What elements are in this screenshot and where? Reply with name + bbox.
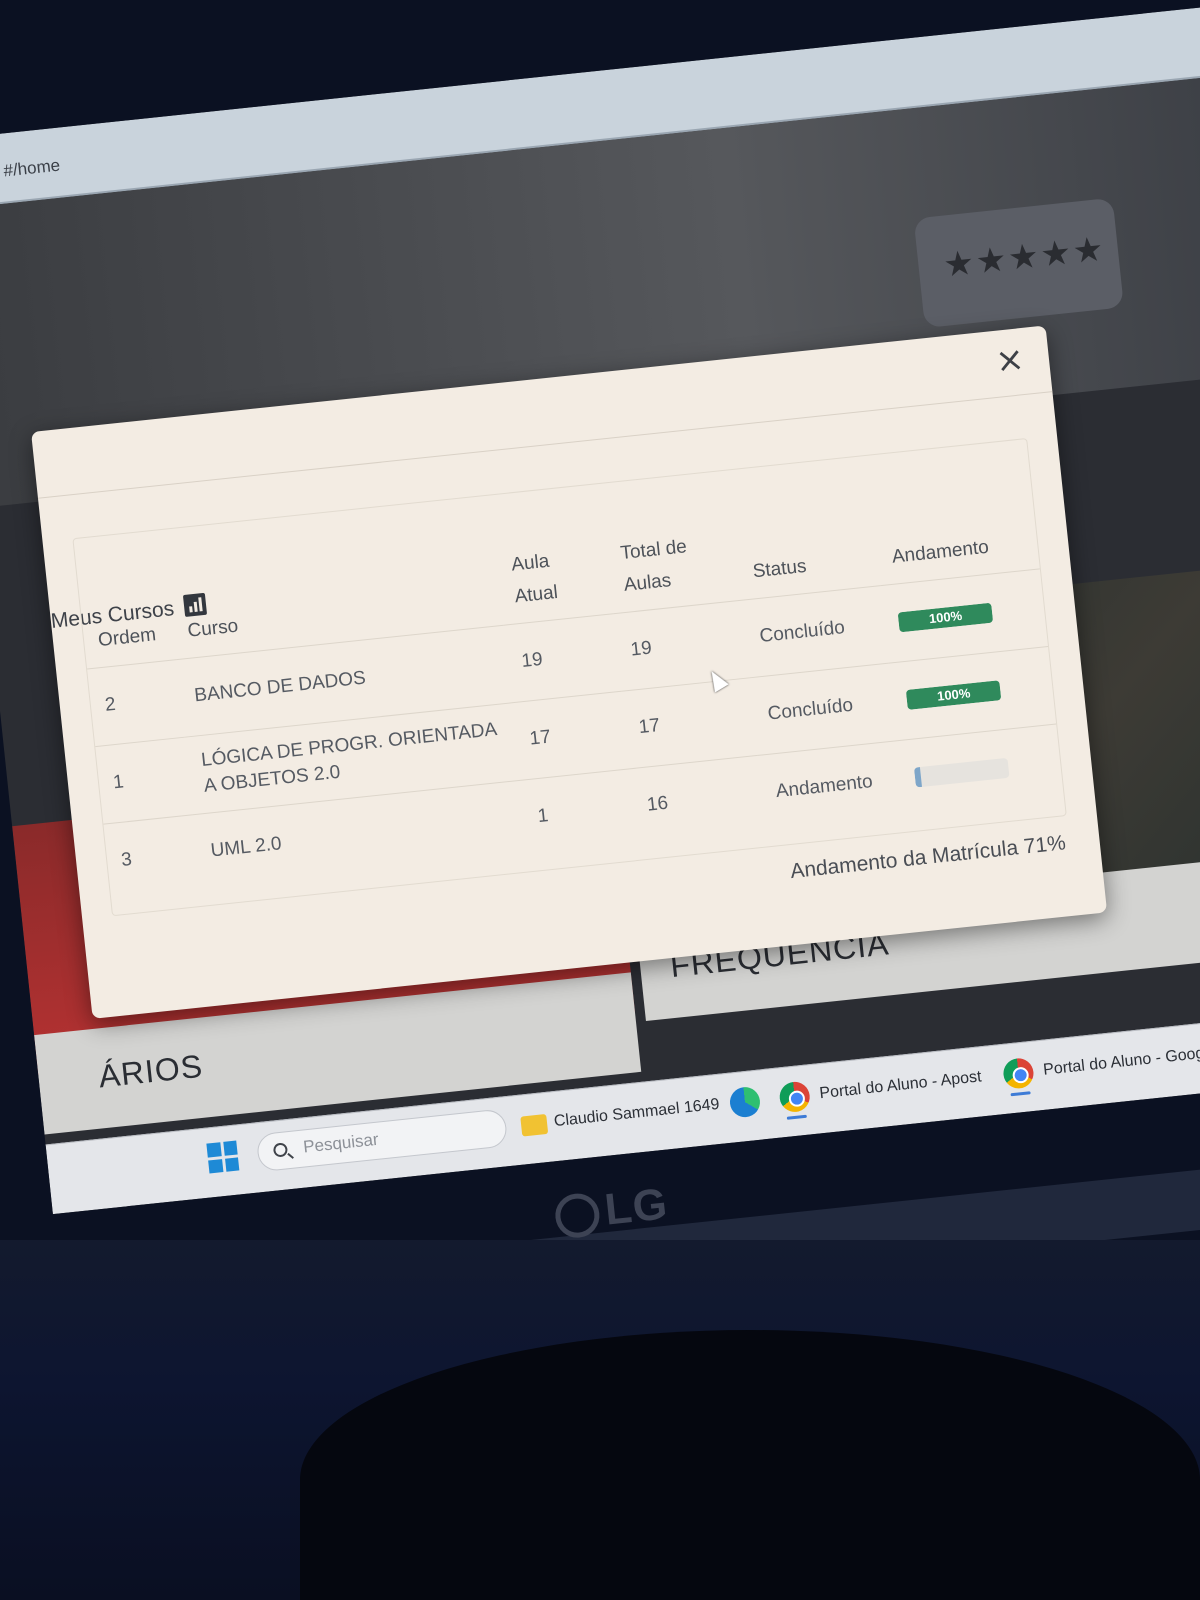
cell-total-aulas: 16 [629,754,767,846]
progress-bar: 100% [905,680,1002,710]
lg-logo-icon [553,1191,602,1241]
cell-status: Andamento [758,740,906,833]
windows-start-icon[interactable] [206,1140,240,1174]
courses-table: Ordem Curso Aula Atual Total de Aulas St… [72,437,1067,917]
col-total-aulas-header: Total de Aulas [619,535,688,596]
cell-total-aulas: 19 [612,599,750,691]
progress-fill [914,767,922,788]
monitor-screen: #/home ★★★★★ ÁRIOS FREQUÊNCIA × Meus Cur… [0,4,1200,1215]
cell-ordem: 2 [87,659,185,747]
url-text[interactable]: #/home [3,156,61,182]
col-andamento-header: Andamento [890,536,990,568]
cell-ordem: 3 [103,814,201,902]
progress-bar [914,758,1010,788]
col-aula-atual-header: Aula Atual [510,550,559,607]
monitor-brand-text: LG [602,1179,671,1235]
cell-andamento [897,723,1065,818]
cell-aula-atual: 17 [511,690,630,780]
meus-cursos-modal: × Meus Cursos Ordem Curso Aula Atual Tot… [31,325,1108,1019]
cell-ordem: 1 [95,736,193,824]
cell-aula-atual: 1 [519,768,638,858]
close-icon[interactable]: × [991,339,1028,382]
folder-icon[interactable] [520,1113,549,1137]
progress-bar: 100% [897,602,994,633]
cell-status: Concluído [741,585,890,678]
col-status-header: Status [751,555,808,582]
cell-total-aulas: 17 [620,677,759,769]
progress-fill: 100% [905,680,1002,710]
progress-fill: 100% [897,602,994,633]
cell-status: Concluído [749,662,898,755]
cell-aula-atual: 19 [503,613,621,703]
col-ordem-header: Ordem [97,623,158,651]
